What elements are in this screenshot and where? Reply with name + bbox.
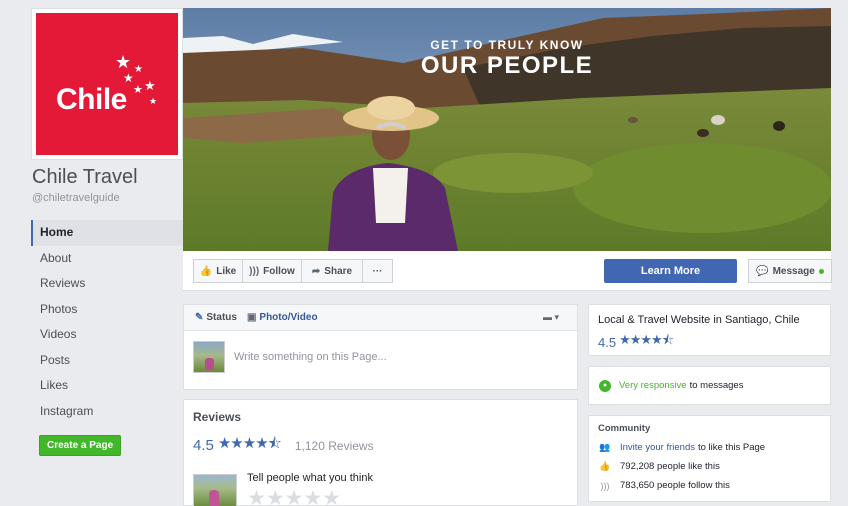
tab-status-label: Status <box>206 312 237 323</box>
cover-photo[interactable]: GET TO TRULY KNOW OUR PEOPLE <box>183 8 831 251</box>
community-card: Community 👥 Invite your friends to like … <box>588 415 831 502</box>
about-card: Local & Travel Website in Santiago, Chil… <box>588 304 831 356</box>
more-label: ··· <box>372 265 383 277</box>
reviews-card: Reviews 4.5 ★★★★⯪ 1,120 Reviews Tell peo… <box>183 399 578 506</box>
rating-stars-icon: ★★★★⯪ <box>217 435 282 452</box>
like-label: Like <box>216 265 237 277</box>
about-rating[interactable]: 4.5 ★★★★⯪ <box>598 331 821 353</box>
page-category[interactable]: Local & Travel Website in Santiago, Chil… <box>598 314 821 326</box>
sidebar-nav: Home About Reviews Photos Videos Posts L… <box>31 220 183 424</box>
star-icon: ★ <box>134 64 143 75</box>
reviews-summary: 4.5 ★★★★⯪ 1,120 Reviews <box>193 433 568 458</box>
follows-count: 783,650 people follow this <box>620 480 730 491</box>
follow-label: Follow <box>263 265 295 277</box>
tab-photo-video[interactable]: ▣ Photo/Video <box>247 312 318 323</box>
review-prompt: Tell people what you think <box>247 472 373 484</box>
share-button[interactable]: ➦ Share <box>301 259 363 283</box>
chile-logo: ★ ★ ★ ★ ★ ★ Chile <box>36 13 178 155</box>
star-icon: ★ <box>133 84 143 96</box>
thumbs-up-icon: 👍 <box>199 265 213 277</box>
invite-row: 👥 Invite your friends to like this Page <box>598 442 821 453</box>
learn-more-button[interactable]: Learn More <box>604 259 737 283</box>
sidebar-item-likes[interactable]: Likes <box>31 373 183 399</box>
follow-button[interactable]: ))) Follow <box>242 259 302 283</box>
people-icon: 👥 <box>599 442 611 452</box>
sidebar-item-reviews[interactable]: Reviews <box>31 271 183 297</box>
community-heading[interactable]: Community <box>598 423 821 434</box>
rss-icon: ))) <box>249 265 260 277</box>
chat-bubble-icon: ● <box>599 379 611 392</box>
message-label: Message <box>772 265 815 277</box>
sidebar-item-videos[interactable]: Videos <box>31 322 183 348</box>
tab-photo-label: Photo/Video <box>259 312 318 323</box>
thumbs-up-icon: 👍 <box>599 461 611 471</box>
star-rating-input[interactable]: ★★★★★ <box>247 486 373 506</box>
star-icon: ★ <box>115 52 132 72</box>
create-page-button[interactable]: Create a Page <box>39 435 122 456</box>
likes-row: 👍 792,208 people like this <box>598 461 821 472</box>
rss-icon: ))) <box>600 480 610 491</box>
star-icon: ★ <box>149 96 158 106</box>
follows-row: ))) 783,650 people follow this <box>598 480 821 491</box>
invite-text: to like this Page <box>697 442 766 453</box>
share-label: Share <box>324 265 353 277</box>
rating-value: 4.5 <box>193 437 214 454</box>
page-title[interactable]: Chile Travel <box>32 166 138 189</box>
like-button[interactable]: 👍 Like <box>193 259 243 283</box>
invite-friends-link[interactable]: Invite your friends <box>620 442 695 453</box>
review-count-link[interactable]: 1,120 Reviews <box>295 439 374 453</box>
post-composer: ✎ Status ▣ Photo/Video ▬ ▾ Write somethi… <box>183 304 578 390</box>
avatar[interactable] <box>193 474 237 506</box>
page-container: ★ ★ ★ ★ ★ ★ Chile Chile Travel @chiletra… <box>10 0 840 506</box>
tab-status[interactable]: ✎ Status <box>195 312 237 323</box>
reviews-heading[interactable]: Reviews <box>193 410 568 424</box>
sidebar-item-home[interactable]: Home <box>31 220 183 246</box>
rating-value: 4.5 <box>598 334 617 350</box>
page-handle[interactable]: @chiletravelguide <box>32 192 120 204</box>
language-flag-icon[interactable]: ▬ ▾ <box>543 312 559 323</box>
responsiveness-text: to messages <box>689 380 744 391</box>
logo-text: Chile <box>56 83 127 116</box>
responsiveness-card: ● Very responsive to messages <box>588 366 831 405</box>
star-icon: ★ <box>144 78 156 93</box>
cover-headline-large: OUR PEOPLE <box>420 52 594 79</box>
sidebar-item-instagram[interactable]: Instagram <box>31 399 183 425</box>
camera-icon: ▣ <box>246 312 257 323</box>
sidebar-item-photos[interactable]: Photos <box>31 297 183 323</box>
more-options-button[interactable]: ··· <box>362 259 393 283</box>
message-button[interactable]: 💬 Message <box>748 259 832 283</box>
composer-tabs: ✎ Status ▣ Photo/Video ▬ ▾ <box>184 305 577 331</box>
share-arrow-icon: ➦ <box>311 265 321 277</box>
action-bar: 👍 Like ))) Follow ➦ Share ··· Learn More… <box>183 251 832 291</box>
sidebar-item-about[interactable]: About <box>31 246 183 272</box>
responsiveness-highlight: Very responsive <box>619 380 687 391</box>
profile-picture[interactable]: ★ ★ ★ ★ ★ ★ Chile <box>31 8 183 160</box>
likes-count: 792,208 people like this <box>620 461 720 472</box>
avatar[interactable] <box>193 341 225 373</box>
rating-stars-icon: ★★★★⯪ <box>619 332 674 347</box>
pencil-icon: ✎ <box>195 312 204 323</box>
cover-headline-small: GET TO TRULY KNOW <box>430 38 584 52</box>
messenger-icon: 💬 <box>756 265 769 277</box>
composer-input[interactable]: Write something on this Page... <box>234 351 387 363</box>
online-indicator <box>818 268 824 274</box>
sidebar-item-posts[interactable]: Posts <box>31 348 183 374</box>
